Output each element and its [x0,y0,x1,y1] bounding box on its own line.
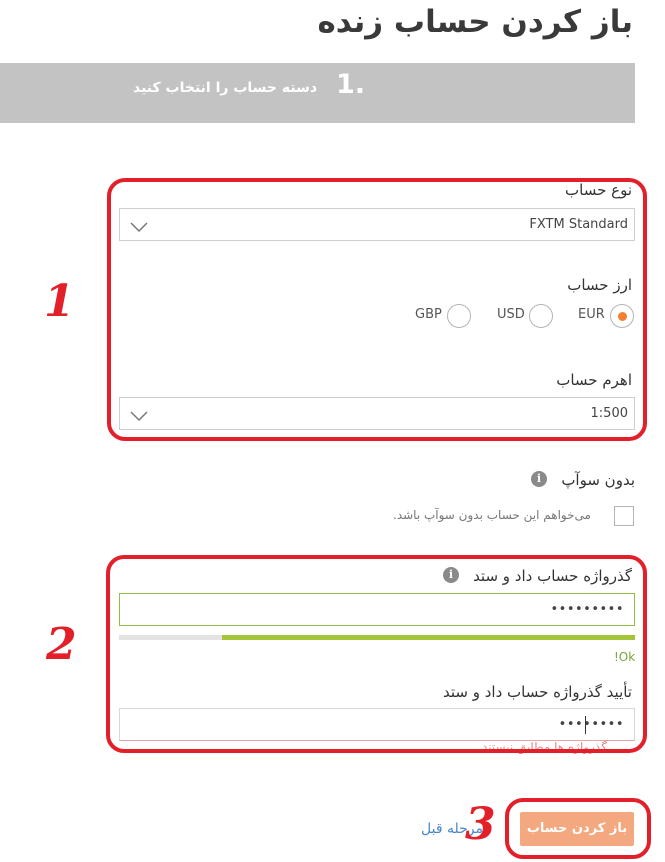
swap-free-checkbox-label: می‌خواهم این حساب بدون سوآپ باشد. [393,508,591,522]
step-label: دسته حساب را انتخاب کنید [133,80,318,96]
annotation-box-1 [107,178,647,441]
page-title: باز کردن حساب زنده [317,4,633,40]
info-icon[interactable]: i [531,471,547,487]
annotation-box-2 [106,555,647,753]
step-banner [0,63,635,123]
swap-free-label: بدون سوآپ [561,471,635,489]
annotation-number-3: 3 [465,799,496,850]
annotation-number-2: 2 [46,619,77,670]
step-number: 1. [336,69,366,100]
swap-free-checkbox[interactable] [614,506,634,526]
annotation-box-3 [505,798,651,859]
annotation-number-1: 1 [44,276,75,327]
